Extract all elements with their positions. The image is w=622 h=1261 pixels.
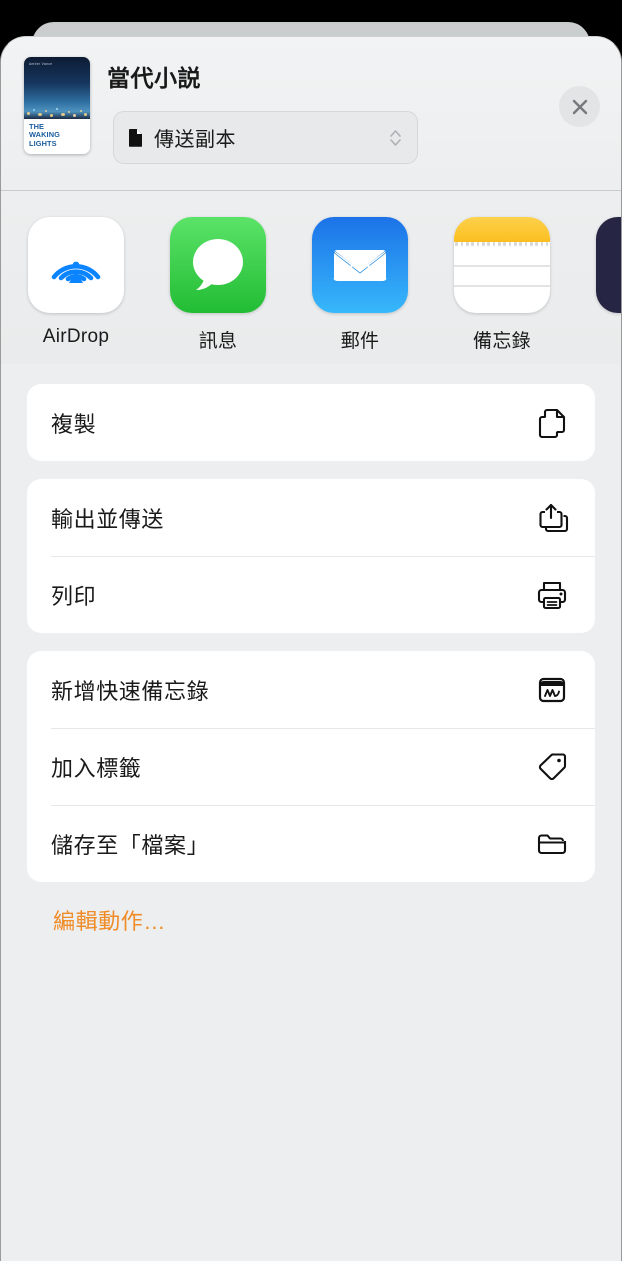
action-group-3: 新增快速備忘錄 加入標籤 儲存至「檔案」: [27, 651, 595, 882]
page-title: 當代小説: [107, 65, 201, 91]
notes-icon-header: [454, 217, 550, 242]
send-format-label: 傳送副本: [154, 129, 236, 151]
close-button[interactable]: [559, 86, 600, 127]
action-row-add-tags[interactable]: 加入標籤: [27, 728, 595, 805]
tag-icon: [538, 752, 567, 780]
thumbnail-city-lights: [24, 103, 90, 119]
actions-list: 複製 輸出並傳送 列印 新增快速備忘錄 加入標籤 儲存至「檔案」 編輯動作…: [1, 364, 621, 1261]
action-label: 列印: [51, 583, 97, 609]
share-target-mail[interactable]: 郵件: [289, 217, 431, 353]
share-target-label: 郵件: [340, 331, 380, 352]
messages-icon: [170, 217, 266, 313]
edit-actions-button[interactable]: 編輯動作…: [53, 904, 166, 936]
share-target-podcasts[interactable]: [573, 217, 621, 326]
share-target-messages[interactable]: 訊息: [147, 217, 289, 353]
action-row-new-quick-note[interactable]: 新增快速備忘錄: [27, 651, 595, 728]
printer-icon: [537, 581, 567, 609]
podcasts-icon: [596, 217, 621, 313]
thumbnail-title-line-3: LIGHTS: [29, 138, 57, 148]
quick-note-icon: [538, 677, 566, 702]
action-label: 儲存至「檔案」: [51, 832, 210, 858]
document-icon: [129, 129, 142, 147]
thumbnail-author: Amber Vance: [29, 62, 53, 66]
send-format-selector[interactable]: 傳送副本: [113, 111, 418, 164]
action-row-copy[interactable]: 複製: [27, 384, 595, 461]
document-thumbnail: Amber Vance THE WAKING LIGHTS: [24, 57, 90, 154]
share-target-label: AirDrop: [42, 326, 110, 347]
export-share-icon: [539, 503, 569, 532]
folder-icon: [537, 833, 567, 854]
screen: Amber Vance THE WAKING LIGHTS 當代小説 傳送副本 …: [0, 0, 622, 1261]
notes-icon-perforations: [454, 242, 550, 247]
mail-icon: [312, 217, 408, 313]
action-label: 複製: [51, 411, 97, 437]
header-divider: [1, 190, 621, 191]
action-group-2: 輸出並傳送 列印: [27, 479, 595, 633]
notes-icon: [454, 217, 550, 313]
thumbnail-book-title: THE WAKING LIGHTS: [29, 122, 60, 148]
airdrop-icon: [28, 217, 124, 313]
share-target-notes[interactable]: 備忘錄: [431, 217, 573, 353]
edit-actions-container: 編輯動作…: [27, 900, 595, 936]
action-row-export-and-send[interactable]: 輸出並傳送: [27, 479, 595, 556]
share-target-airdrop[interactable]: AirDrop: [5, 217, 147, 348]
action-row-print[interactable]: 列印: [27, 556, 595, 633]
share-target-label: 備忘錄: [473, 331, 531, 352]
action-label: 新增快速備忘錄: [51, 678, 210, 704]
chevron-up-down-icon: [390, 129, 401, 146]
close-icon: [572, 99, 587, 114]
share-sheet-header: Amber Vance THE WAKING LIGHTS 當代小説 傳送副本: [1, 37, 621, 191]
copy-icon: [538, 408, 566, 438]
share-sheet: Amber Vance THE WAKING LIGHTS 當代小説 傳送副本 …: [0, 36, 622, 1261]
action-label: 輸出並傳送: [51, 506, 165, 532]
action-label: 加入標籤: [51, 755, 142, 781]
share-targets-row[interactable]: AirDrop 訊息 郵件 備忘錄: [1, 191, 621, 364]
share-target-label: 訊息: [198, 331, 238, 352]
action-row-save-to-files[interactable]: 儲存至「檔案」: [27, 805, 595, 882]
action-group-1: 複製: [27, 384, 595, 461]
